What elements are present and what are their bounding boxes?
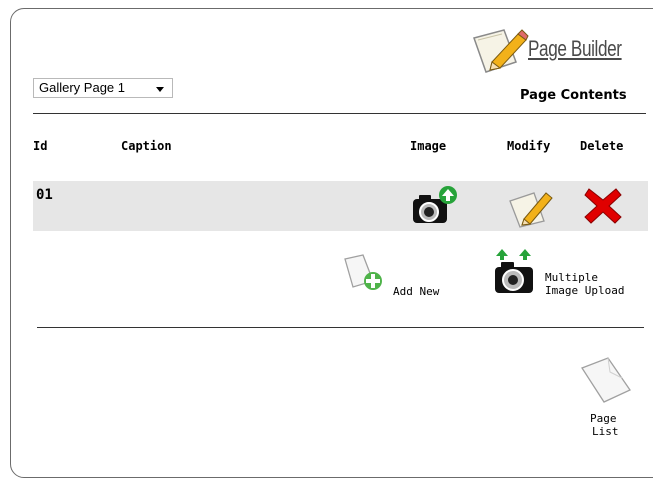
column-header-modify: Modify <box>507 139 551 153</box>
column-header-image: Image <box>410 139 447 153</box>
gallery-page-select-value: Gallery Page 1 <box>39 80 125 95</box>
notepad-pencil-icon <box>473 29 529 73</box>
chevron-down-icon <box>156 87 164 92</box>
add-new-label: Add New <box>393 285 440 298</box>
camera-upload-icon[interactable] <box>410 185 458 227</box>
column-header-delete: Delete <box>580 139 624 153</box>
page-list-label-2: List <box>592 425 619 438</box>
page-icon <box>581 357 631 403</box>
multiple-upload-label-2: Image Upload <box>545 284 625 297</box>
page-list-label-1: Page <box>590 412 617 425</box>
multiple-upload-label-1: Multiple <box>545 271 598 284</box>
add-page-icon <box>344 254 382 290</box>
row-id: 01 <box>36 187 53 203</box>
edit-pencil-icon[interactable] <box>508 185 554 229</box>
table-row: 01 <box>33 181 648 231</box>
divider <box>37 327 644 328</box>
multi-camera-upload-icon <box>495 249 533 293</box>
column-header-id: Id <box>33 139 48 153</box>
divider <box>33 113 646 114</box>
section-title: Page Contents <box>520 88 627 103</box>
delete-x-icon[interactable] <box>583 187 623 225</box>
column-header-caption: Caption <box>121 139 172 153</box>
brand-title[interactable]: Page Builder <box>528 36 622 62</box>
gallery-page-select[interactable]: Gallery Page 1 <box>33 78 173 98</box>
page-builder-link[interactable]: Page Builder <box>470 26 650 76</box>
